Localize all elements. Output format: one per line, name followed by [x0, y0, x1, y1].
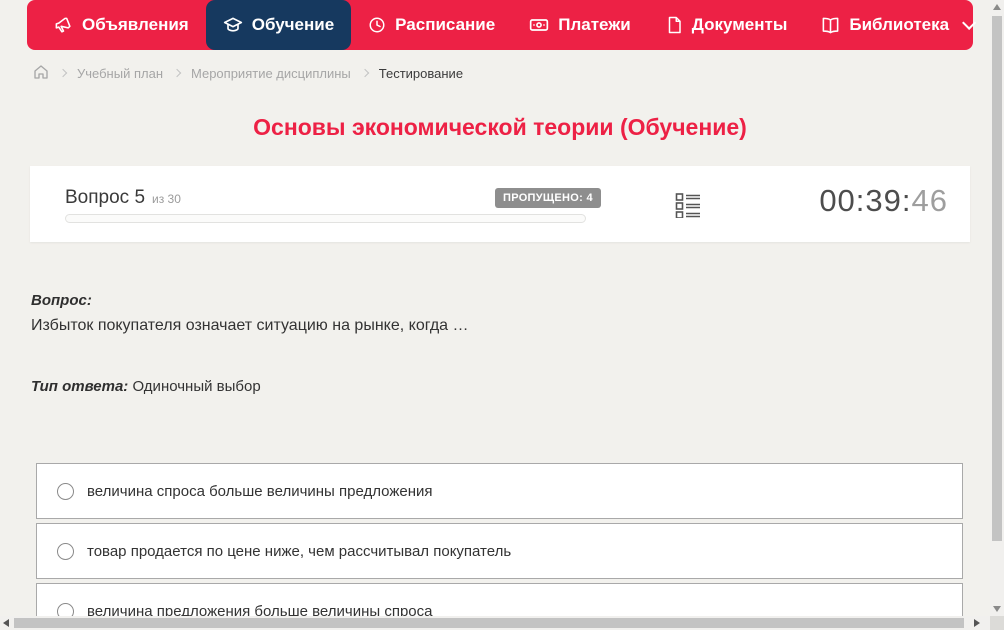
chevron-right-icon [58, 68, 68, 78]
breadcrumb-item-study-plan[interactable]: Учебный план [77, 66, 163, 81]
question-number-row: Вопрос 5 из 30 [65, 187, 181, 209]
breadcrumb: Учебный план Мероприятие дисциплины Тест… [33, 62, 463, 84]
home-icon[interactable] [33, 64, 49, 83]
answer-option-2[interactable]: товар продается по цене ниже, чем рассчи… [36, 523, 963, 579]
answer-option-1[interactable]: величина спроса больше величины предложе… [36, 463, 963, 519]
timer-hours-minutes: 00:39: [819, 183, 912, 218]
nav-tab-documents[interactable]: Документы [648, 0, 805, 50]
vertical-scrollbar-thumb[interactable] [992, 16, 1002, 541]
skipped-badge: ПРОПУЩЕНО: 4 [495, 188, 601, 208]
nav-tab-label: Платежи [558, 15, 631, 34]
nav-tab-schedule[interactable]: Расписание [351, 0, 512, 50]
question-list-icon[interactable] [675, 192, 701, 219]
clock-icon [368, 16, 386, 34]
nav-tab-learning[interactable]: Обучение [205, 0, 352, 50]
nav-tab-label: Обучение [251, 15, 335, 34]
breadcrumb-item-discipline-event[interactable]: Мероприятие дисциплины [191, 66, 351, 81]
nav-tab-label: Библиотека [849, 15, 950, 34]
question-progress-bar [65, 214, 586, 223]
top-navbar: Объявления Обучение Расписание Платежи Д… [27, 0, 977, 50]
graduation-cap-icon [223, 15, 243, 35]
nav-tab-label: Документы [691, 15, 788, 34]
timer-seconds: 46 [911, 183, 948, 218]
chevron-right-icon [360, 68, 370, 78]
document-icon [665, 16, 683, 34]
banknote-icon [529, 15, 549, 35]
scroll-up-arrow-icon[interactable] [993, 4, 1001, 10]
nav-tab-label: Объявления [82, 15, 189, 34]
scrollbar-corner [990, 616, 1004, 630]
answer-type-label: Тип ответа: [31, 378, 129, 395]
breadcrumb-item-testing: Тестирование [378, 65, 464, 81]
scroll-left-arrow-icon[interactable] [3, 619, 9, 627]
horizontal-scrollbar-thumb[interactable] [14, 618, 964, 628]
page-title: Основы экономической теории (Обучение) [253, 114, 747, 140]
chevron-down-icon [962, 15, 977, 30]
answer-option-label: величина спроса больше величины предложе… [87, 482, 433, 500]
radio-button[interactable] [57, 482, 74, 500]
scroll-right-arrow-icon[interactable] [974, 619, 980, 627]
question-label: Вопрос: [31, 292, 92, 309]
nav-tab-library[interactable]: Библиотека [804, 0, 989, 50]
scroll-down-arrow-icon[interactable] [993, 606, 1001, 612]
question-total: из 30 [152, 192, 181, 206]
answer-type-value: Одиночный выбор [132, 378, 261, 395]
question-text: Избыток покупателя означает ситуацию на … [31, 317, 469, 334]
open-book-icon [821, 16, 840, 35]
question-status-card: Вопрос 5 из 30 ПРОПУЩЕНО: 4 00:39:46 [30, 166, 970, 242]
timer: 00:39:46 [819, 183, 948, 219]
nav-tab-payments[interactable]: Платежи [512, 0, 648, 50]
nav-tab-label: Расписание [395, 15, 496, 34]
chevron-right-icon [172, 68, 182, 78]
nav-tab-announcements[interactable]: Объявления [37, 0, 206, 50]
question-number: Вопрос 5 [65, 187, 146, 208]
horizontal-scrollbar[interactable] [0, 616, 990, 630]
radio-button[interactable] [57, 542, 74, 560]
answer-option-label: товар продается по цене ниже, чем рассчи… [87, 542, 512, 560]
megaphone-icon [54, 16, 73, 35]
vertical-scrollbar[interactable] [990, 0, 1004, 616]
answer-type-row: Тип ответа: Одиночный выбор [31, 378, 261, 395]
